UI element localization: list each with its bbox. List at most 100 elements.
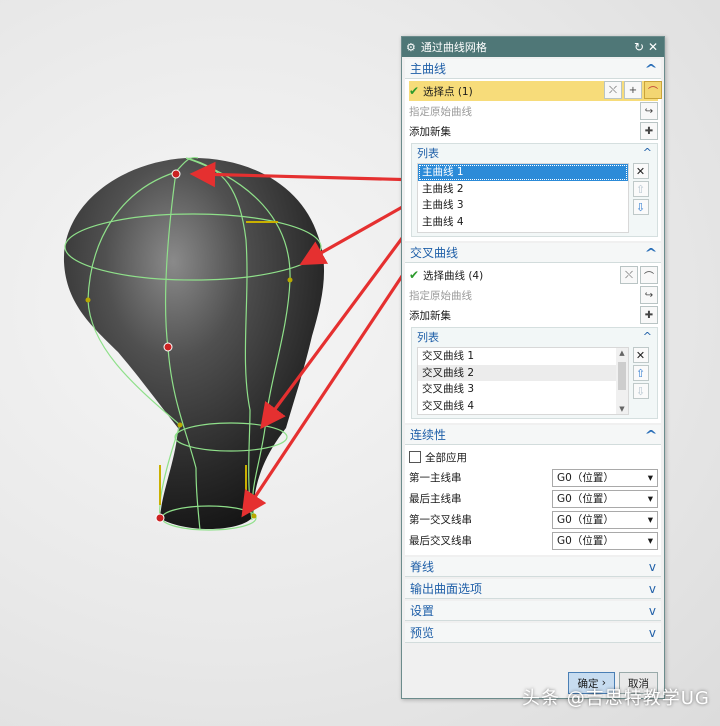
- move-down-icon[interactable]: ⇩: [632, 383, 649, 399]
- section-title: 脊线: [410, 560, 435, 574]
- curve-rule-icon[interactable]: ⤬: [620, 266, 638, 284]
- apply-all-row[interactable]: 全部应用: [409, 447, 658, 467]
- select-curve-row[interactable]: ✔ 选择曲线 (4) ⤬ ⌒: [409, 265, 658, 285]
- bulb-model[interactable]: [63, 156, 325, 531]
- add-new-set-row[interactable]: 添加新集 ✚: [409, 305, 658, 325]
- check-icon: ✔: [409, 84, 420, 98]
- original-curve-icon[interactable]: ↪: [640, 102, 658, 120]
- primary-curves-section: 主曲线 ^ ✔ 选择点 (1) ⤬ + ⌒ 指定原始曲线 ↪ 添加新集 ✚ 列表…: [405, 59, 662, 241]
- specify-original-curve-label: 指定原始曲线: [409, 289, 472, 302]
- point-dialog-icon[interactable]: +: [624, 81, 642, 99]
- list-item[interactable]: 主曲线 3: [418, 197, 628, 214]
- reset-icon[interactable]: ↻: [632, 40, 646, 54]
- dropdown-arrow-icon: ▾: [647, 534, 653, 547]
- continuity-label: 第一交叉线串: [409, 514, 472, 526]
- continuity-row: 最后主线串 G0（位置） ▾: [409, 488, 658, 509]
- continuity-select[interactable]: G0（位置） ▾: [552, 489, 658, 508]
- list-item[interactable]: 主曲线 4: [418, 214, 628, 231]
- select-value: G0（位置）: [557, 514, 614, 526]
- move-up-icon[interactable]: ⇧: [632, 365, 649, 381]
- curve-mesh-dialog: ⚙ 通过曲线网格 ↻ ✕ 主曲线 ^ ✔ 选择点 (1) ⤬ + ⌒ 指定原始曲…: [401, 36, 665, 699]
- remove-icon[interactable]: ✕: [632, 347, 649, 363]
- continuity-select[interactable]: G0（位置） ▾: [552, 510, 658, 529]
- primary-curve-list[interactable]: 主曲线 1 主曲线 2 主曲线 3 主曲线 4: [417, 163, 629, 233]
- chevron-down-icon[interactable]: v: [649, 560, 656, 574]
- section-title: 设置: [410, 604, 435, 618]
- chevron-up-icon[interactable]: ^: [644, 62, 657, 76]
- continuity-row: 第一交叉线串 G0（位置） ▾: [409, 509, 658, 530]
- output-surface-options-header[interactable]: 输出曲面选项 v: [405, 579, 661, 599]
- chevron-up-icon[interactable]: ^: [644, 246, 657, 260]
- list-item[interactable]: 交叉曲线 4: [418, 398, 628, 415]
- close-icon[interactable]: ✕: [646, 40, 660, 54]
- continuity-row: 第一主线串 G0（位置） ▾: [409, 467, 658, 488]
- dropdown-arrow-icon: ▾: [647, 492, 653, 505]
- select-value: G0（位置）: [557, 493, 614, 505]
- preview-section-header[interactable]: 预览 v: [405, 623, 661, 643]
- remove-icon[interactable]: ✕: [632, 163, 649, 179]
- check-icon: ✔: [409, 268, 420, 282]
- primary-curves-title: 主曲线: [410, 62, 447, 76]
- chevron-down-icon[interactable]: v: [649, 582, 656, 596]
- original-curve-icon[interactable]: ↪: [640, 286, 658, 304]
- cross-list-header[interactable]: 列表 ^: [412, 328, 657, 345]
- spine-section-header[interactable]: 脊线 v: [405, 557, 661, 577]
- chevron-up-icon[interactable]: ^: [643, 146, 652, 159]
- chevron-down-icon[interactable]: v: [649, 604, 656, 618]
- curve-rule-icon[interactable]: ⤬: [604, 81, 622, 99]
- list-item[interactable]: 主曲线 1: [418, 164, 628, 181]
- section-title: 输出曲面选项: [410, 582, 483, 596]
- primary-curves-header[interactable]: 主曲线 ^: [405, 59, 661, 79]
- continuity-label: 最后交叉线串: [409, 535, 472, 547]
- point-select-icon[interactable]: ⌒: [644, 81, 662, 99]
- add-set-icon[interactable]: ✚: [640, 306, 658, 324]
- add-new-set-label: 添加新集: [409, 309, 451, 322]
- specify-original-curve-row[interactable]: 指定原始曲线 ↪: [409, 101, 658, 121]
- specify-original-curve-row[interactable]: 指定原始曲线 ↪: [409, 285, 658, 305]
- cross-curve-list[interactable]: 交叉曲线 1 交叉曲线 2 交叉曲线 3 交叉曲线 4 ▲ ▼: [417, 347, 629, 415]
- cross-list-panel: 列表 ^ 交叉曲线 1 交叉曲线 2 交叉曲线 3 交叉曲线 4 ▲ ▼ ✕ ⇧…: [411, 327, 658, 419]
- move-up-icon[interactable]: ⇧: [632, 181, 649, 197]
- cross-curves-title: 交叉曲线: [410, 246, 459, 260]
- list-scrollbar[interactable]: ▲ ▼: [616, 348, 628, 414]
- chevron-up-icon[interactable]: ^: [644, 428, 657, 442]
- scroll-thumb[interactable]: [618, 362, 626, 390]
- continuity-section: 连续性 ^ 全部应用 第一主线串 G0（位置） ▾ 最后主线串 G0（位置） ▾ 第…: [405, 425, 661, 555]
- list-item[interactable]: 交叉曲线 3: [418, 381, 628, 398]
- apply-all-label: 全部应用: [425, 451, 467, 464]
- continuity-select[interactable]: G0（位置） ▾: [552, 468, 658, 487]
- watermark: 头条 @吉思特教学UG: [522, 688, 710, 709]
- select-curve-label: 选择曲线 (4): [423, 269, 484, 282]
- primary-list-header[interactable]: 列表 ^: [412, 144, 657, 161]
- add-set-icon[interactable]: ✚: [640, 122, 658, 140]
- dialog-title: 通过曲线网格: [420, 41, 487, 54]
- chevron-up-icon[interactable]: ^: [643, 330, 652, 343]
- continuity-title: 连续性: [410, 428, 447, 442]
- continuity-select[interactable]: G0（位置） ▾: [552, 531, 658, 550]
- apply-all-checkbox[interactable]: [409, 451, 421, 463]
- section-title: 预览: [410, 626, 435, 640]
- curve-select-icon[interactable]: ⌒: [640, 266, 658, 284]
- scroll-down-icon[interactable]: ▼: [616, 405, 628, 413]
- dropdown-arrow-icon: ▾: [647, 471, 653, 484]
- dialog-titlebar[interactable]: ⚙ 通过曲线网格 ↻ ✕: [402, 37, 664, 57]
- list-title: 列表: [417, 330, 439, 344]
- cross-curves-header[interactable]: 交叉曲线 ^: [405, 243, 661, 263]
- select-value: G0（位置）: [557, 472, 614, 484]
- specify-original-curve-label: 指定原始曲线: [409, 105, 472, 118]
- scroll-up-icon[interactable]: ▲: [616, 349, 628, 357]
- list-item[interactable]: 交叉曲线 2: [418, 364, 628, 381]
- list-item[interactable]: 主曲线 2: [418, 181, 628, 198]
- move-down-icon[interactable]: ⇩: [632, 199, 649, 215]
- settings-section-header[interactable]: 设置 v: [405, 601, 661, 621]
- primary-list-panel: 列表 ^ 主曲线 1 主曲线 2 主曲线 3 主曲线 4 ✕ ⇧ ⇩: [411, 143, 658, 237]
- dropdown-arrow-icon: ▾: [647, 513, 653, 526]
- continuity-row: 最后交叉线串 G0（位置） ▾: [409, 530, 658, 551]
- continuity-label: 最后主线串: [409, 493, 462, 505]
- continuity-header[interactable]: 连续性 ^: [405, 425, 661, 445]
- list-item[interactable]: 交叉曲线 1: [418, 348, 628, 365]
- add-new-set-label: 添加新集: [409, 125, 451, 138]
- add-new-set-row[interactable]: 添加新集 ✚: [409, 121, 658, 141]
- gear-icon[interactable]: ⚙: [406, 41, 416, 54]
- chevron-down-icon[interactable]: v: [649, 626, 656, 640]
